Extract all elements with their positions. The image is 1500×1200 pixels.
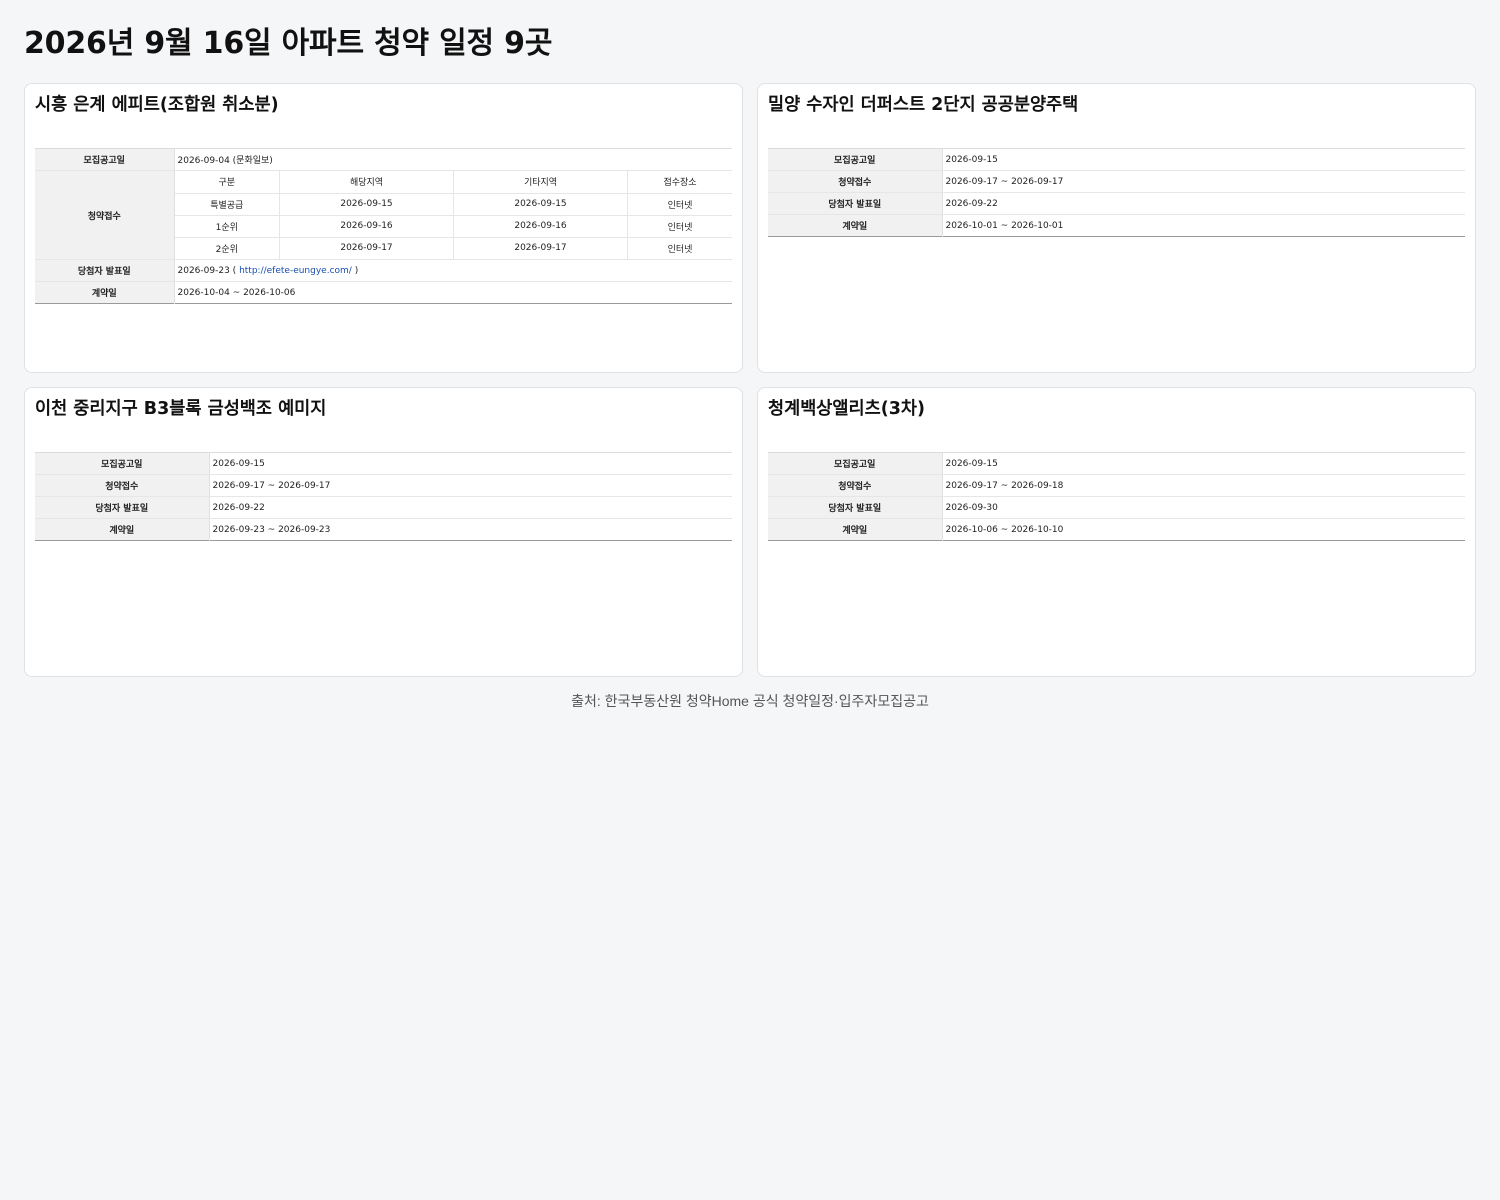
contract-row: 계약일 2026-10-04 ~ 2026-10-06 <box>35 281 732 304</box>
source-footer: 출처: 한국부동산원 청약Home 공식 청약일정·입주자모집공고 <box>571 693 929 709</box>
notice-row: 모집공고일 2026-09-04 (문화일보) <box>35 148 732 171</box>
schedule-table: 모집공고일 2026-09-15 청약접수 2026-09-17 ~ 2026-… <box>35 452 732 541</box>
table-cell: 특별공급 <box>174 193 280 216</box>
table-cell: 2026-09-15 <box>279 193 454 216</box>
winner-label: 당첨자 발표일 <box>768 192 943 215</box>
column-header: 접수장소 <box>627 171 732 194</box>
notice-row: 모집공고일 2026-09-15 <box>768 148 1465 171</box>
contract-value: 2026-10-01 ~ 2026-10-01 <box>945 220 1064 231</box>
apply-row: 청약접수 구분 해당지역 기타지역 접수장소 특별공급 2026-09-15 2… <box>35 170 733 260</box>
complex-card: 이천 중리지구 B3블록 금성백조 예미지 모집공고일 2026-09-15 청… <box>24 387 743 677</box>
column-header: 구분 <box>174 171 280 194</box>
notice-label: 모집공고일 <box>768 452 943 475</box>
winner-date: 2026-09-23 ( <box>177 265 237 276</box>
card-title: 시흥 은계 에피트(조합원 취소분) <box>35 95 279 115</box>
contract-label: 계약일 <box>768 518 943 541</box>
table-cell: 인터넷 <box>667 244 693 255</box>
winner-label: 당첨자 발표일 <box>35 259 175 282</box>
winner-label: 당첨자 발표일 <box>768 496 943 519</box>
contract-row: 계약일 2026-10-06 ~ 2026-10-10 <box>768 518 1465 541</box>
notice-label: 모집공고일 <box>768 148 943 171</box>
winner-label: 당첨자 발표일 <box>35 496 210 519</box>
contract-row: 계약일 2026-09-23 ~ 2026-09-23 <box>35 518 732 541</box>
page: 2026년 9월 16일 아파트 청약 일정 9곳 시흥 은계 에피트(조합원 … <box>0 0 1500 1200</box>
winner-row: 당첨자 발표일 2026-09-22 <box>768 192 1465 215</box>
winner-row: 당첨자 발표일 2026-09-30 <box>768 496 1465 519</box>
winner-value: 2026-09-22 <box>209 496 732 519</box>
complex-card: 청계백상앨리츠(3차) 모집공고일 2026-09-15 청약접수 2026-0… <box>757 387 1476 677</box>
table-cell: 2026-09-17 <box>279 237 454 259</box>
contract-value: 2026-09-23 ~ 2026-09-23 <box>212 524 331 535</box>
card-title: 밀양 수자인 더퍼스트 2단지 공공분양주택 <box>768 95 1079 115</box>
winner-suffix: ) <box>354 265 359 276</box>
apply-label: 청약접수 <box>768 474 943 497</box>
table-cell: 2026-09-16 <box>279 215 454 238</box>
table-cell: 2순위 <box>174 237 280 259</box>
winner-value: 2026-09-22 <box>942 192 1465 215</box>
notice-value: 2026-09-04 (문화일보) <box>174 148 732 171</box>
apply-row: 청약접수 2026-09-17 ~ 2026-09-17 <box>35 474 732 497</box>
winner-row: 당첨자 발표일 2026-09-23 ( http://efete-eungye… <box>35 259 732 282</box>
schedule-table: 모집공고일 2026-09-15 청약접수 2026-09-17 ~ 2026-… <box>768 148 1465 237</box>
notice-row: 모집공고일 2026-09-15 <box>35 452 732 475</box>
table-cell: 2026-09-17 <box>453 237 628 259</box>
apply-label: 청약접수 <box>35 170 175 260</box>
notice-label: 모집공고일 <box>35 148 175 171</box>
notice-row: 모집공고일 2026-09-15 <box>768 452 1465 475</box>
contract-value: 2026-10-06 ~ 2026-10-10 <box>945 524 1064 535</box>
contract-row: 계약일 2026-10-01 ~ 2026-10-01 <box>768 214 1465 237</box>
notice-label: 모집공고일 <box>35 452 210 475</box>
card-title: 청계백상앨리츠(3차) <box>768 399 925 419</box>
table-cell: 2026-09-15 <box>453 193 628 216</box>
apply-detail-table: 구분 해당지역 기타지역 접수장소 특별공급 2026-09-15 2026-0… <box>174 171 733 259</box>
table-cell: 인터넷 <box>627 193 732 216</box>
schedule-table: 모집공고일 2026-09-15 청약접수 2026-09-17 ~ 2026-… <box>768 452 1465 541</box>
apply-label: 청약접수 <box>768 170 943 193</box>
notice-value: 2026-09-15 <box>209 452 732 475</box>
column-header: 기타지역 <box>453 171 628 194</box>
card-grid: 시흥 은계 에피트(조합원 취소분) 모집공고일 2026-09-04 (문화일… <box>24 83 1476 677</box>
apply-label: 청약접수 <box>35 474 210 497</box>
table-cell: 2026-09-16 <box>453 215 628 238</box>
complex-card: 시흥 은계 에피트(조합원 취소분) 모집공고일 2026-09-04 (문화일… <box>24 83 743 373</box>
apply-value: 2026-09-17 ~ 2026-09-17 <box>942 170 1465 193</box>
winner-link[interactable]: http://efete-eungye.com/ <box>239 266 352 276</box>
complex-card: 밀양 수자인 더퍼스트 2단지 공공분양주택 모집공고일 2026-09-15 … <box>757 83 1476 373</box>
contract-label: 계약일 <box>768 214 943 237</box>
winner-row: 당첨자 발표일 2026-09-22 <box>35 496 732 519</box>
table-cell: 1순위 <box>174 215 280 238</box>
apply-header-row: 구분 해당지역 기타지역 접수장소 <box>174 171 732 194</box>
apply-detail-row: 2순위 2026-09-17 2026-09-17 인터넷 <box>174 237 733 259</box>
card-title: 이천 중리지구 B3블록 금성백조 예미지 <box>35 399 327 419</box>
contract-label: 계약일 <box>35 281 175 304</box>
table-cell: 인터넷 <box>627 215 732 238</box>
notice-value: 2026-09-15 <box>942 148 1465 171</box>
notice-value: 2026-09-15 <box>942 452 1465 475</box>
apply-detail-row: 특별공급 2026-09-15 2026-09-15 인터넷 <box>174 193 732 216</box>
apply-detail-row: 1순위 2026-09-16 2026-09-16 인터넷 <box>174 215 732 238</box>
apply-detail-cell: 구분 해당지역 기타지역 접수장소 특별공급 2026-09-15 2026-0… <box>174 170 733 260</box>
apply-value: 2026-09-17 ~ 2026-09-17 <box>209 474 732 497</box>
contract-value: 2026-10-04 ~ 2026-10-06 <box>177 287 296 298</box>
winner-value: 2026-09-30 <box>942 496 1465 519</box>
apply-row: 청약접수 2026-09-17 ~ 2026-09-18 <box>768 474 1465 497</box>
column-header: 해당지역 <box>279 171 454 194</box>
page-title: 2026년 9월 16일 아파트 청약 일정 9곳 <box>24 26 553 61</box>
apply-row: 청약접수 2026-09-17 ~ 2026-09-17 <box>768 170 1465 193</box>
winner-value: 2026-09-23 ( http://efete-eungye.com/ ) <box>174 259 732 282</box>
schedule-table: 모집공고일 2026-09-04 (문화일보) 청약접수 구분 해당지역 기타지… <box>35 148 732 304</box>
contract-label: 계약일 <box>35 518 210 541</box>
apply-value: 2026-09-17 ~ 2026-09-18 <box>942 474 1465 497</box>
